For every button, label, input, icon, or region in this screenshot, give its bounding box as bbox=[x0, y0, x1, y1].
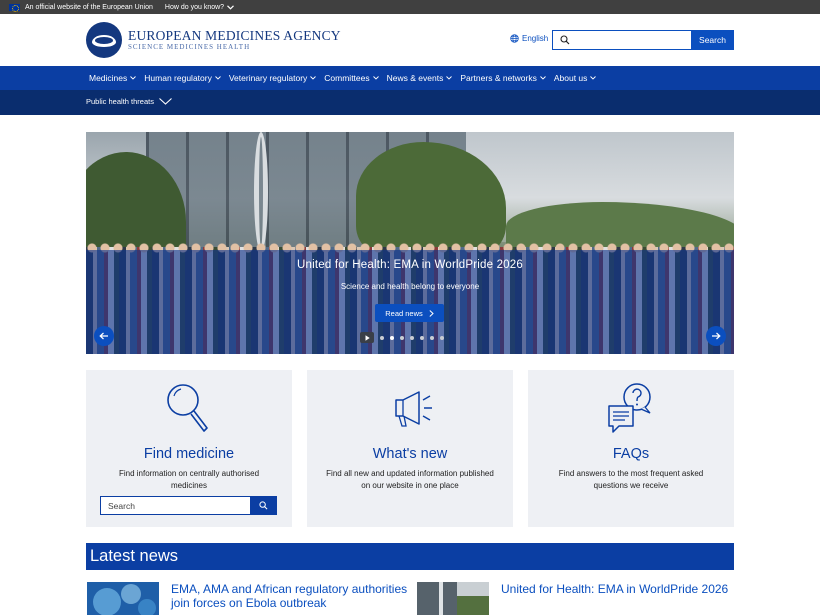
news-thumbnail-image bbox=[87, 582, 159, 615]
search-icon bbox=[560, 35, 570, 45]
chevron-down-icon bbox=[540, 76, 546, 80]
news-title-link[interactable]: United for Health: EMA in WorldPride 202… bbox=[501, 582, 741, 615]
nav-item-news-events[interactable]: News & events bbox=[387, 73, 453, 83]
news-item[interactable]: EMA, AMA and African regulatory authorit… bbox=[87, 582, 411, 615]
nav-item-about-us[interactable]: About us bbox=[554, 73, 597, 83]
nav-item-label: Medicines bbox=[89, 73, 128, 83]
carousel-dot[interactable] bbox=[440, 335, 444, 340]
magnifier-icon bbox=[167, 384, 208, 432]
nav-item-label: Partners & networks bbox=[460, 73, 537, 83]
eu-official-banner: An official website of the European Unio… bbox=[0, 0, 820, 14]
nav-item-label: News & events bbox=[386, 73, 444, 83]
how-do-you-know-toggle[interactable]: How do you know? bbox=[165, 4, 234, 11]
faqs-card[interactable]: FAQs Find answers to the most frequent a… bbox=[528, 370, 734, 527]
nav-item-committees[interactable]: Committees bbox=[324, 73, 379, 83]
nav-item-medicines[interactable]: Medicines bbox=[89, 73, 137, 83]
eu-official-text: An official website of the European Unio… bbox=[25, 3, 153, 11]
news-thumbnail-image bbox=[417, 582, 489, 615]
search-icon bbox=[259, 501, 268, 510]
carousel-play-button[interactable] bbox=[360, 332, 374, 343]
hero-carousel: United for Health: EMA in WorldPride 202… bbox=[86, 132, 734, 354]
whats-new-card[interactable]: What's new Find all new and updated info… bbox=[307, 370, 513, 527]
news-title-link[interactable]: EMA, AMA and African regulatory authorit… bbox=[171, 582, 411, 615]
hero-image-sculpture bbox=[254, 132, 268, 252]
find-medicine-search-button[interactable] bbox=[250, 496, 277, 515]
nav-item-label: Committees bbox=[324, 73, 370, 83]
nav-item-label: Human regulatory bbox=[144, 73, 212, 83]
how-do-you-know-label: How do you know? bbox=[164, 3, 225, 11]
speech-bubbles-question-icon bbox=[608, 383, 651, 433]
hero-title: United for Health: EMA in WorldPride 202… bbox=[297, 259, 523, 271]
carousel-dot[interactable] bbox=[420, 335, 424, 340]
latest-news-heading: Latest news bbox=[86, 543, 734, 570]
globe-icon bbox=[510, 34, 519, 43]
nav-item-partners-networks[interactable]: Partners & networks bbox=[460, 73, 546, 83]
chevron-down-icon bbox=[372, 76, 379, 80]
chevron-down-icon bbox=[310, 76, 317, 80]
card-title: What's new bbox=[372, 446, 448, 462]
site-search-input[interactable] bbox=[552, 30, 692, 50]
search-button[interactable]: Search bbox=[691, 30, 734, 50]
carousel-previous-button[interactable] bbox=[94, 326, 114, 346]
chevron-down-icon bbox=[590, 76, 597, 80]
news-thumbnail[interactable] bbox=[87, 582, 159, 615]
find-medicine-search-input[interactable]: Search bbox=[100, 496, 252, 515]
nav-item-label: Public health threats bbox=[86, 97, 154, 106]
card-description: Find information on centrally authorised… bbox=[118, 469, 260, 490]
agency-tagline: SCIENCE MEDICINES HEALTH bbox=[128, 42, 251, 51]
chevron-down-icon bbox=[159, 98, 172, 105]
chevron-down-icon bbox=[446, 76, 453, 80]
read-news-label: Read news bbox=[385, 308, 423, 318]
agency-name: EUROPEAN MEDICINES AGENCY bbox=[128, 27, 341, 43]
arrow-right-icon bbox=[712, 332, 721, 340]
carousel-dot[interactable] bbox=[400, 335, 404, 340]
news-item[interactable]: United for Health: EMA in WorldPride 202… bbox=[417, 582, 741, 615]
play-icon bbox=[365, 334, 370, 341]
nav-item-veterinary-regulatory[interactable]: Veterinary regulatory bbox=[228, 73, 317, 83]
read-news-button[interactable]: Read news bbox=[375, 304, 444, 322]
main-navigation: Medicines Human regulatory Veterinary re… bbox=[0, 66, 820, 90]
language-selector[interactable]: English bbox=[510, 34, 548, 43]
carousel-next-button[interactable] bbox=[706, 326, 726, 346]
chevron-down-icon bbox=[227, 4, 234, 10]
nav-item-label: About us bbox=[553, 73, 588, 83]
card-description: Find all new and updated information pub… bbox=[326, 469, 494, 490]
ema-logo[interactable]: EUROPEAN MEDICINES AGENCY SCIENCE MEDICI… bbox=[86, 22, 341, 58]
arrow-left-icon bbox=[99, 332, 108, 340]
secondary-navigation: Public health threats bbox=[0, 90, 820, 115]
site-header: EUROPEAN MEDICINES AGENCY SCIENCE MEDICI… bbox=[0, 14, 820, 66]
eu-flag-icon bbox=[9, 3, 20, 12]
find-medicine-card[interactable]: Find medicine Find information on centra… bbox=[86, 370, 292, 527]
ema-logo-emblem-icon bbox=[86, 22, 122, 58]
nav-item-public-health-threats[interactable]: Public health threats bbox=[86, 97, 172, 106]
nav-item-human-regulatory[interactable]: Human regulatory bbox=[144, 73, 221, 83]
carousel-dot[interactable] bbox=[380, 335, 384, 340]
hero-subtitle: Science and health belong to everyone bbox=[340, 282, 480, 291]
carousel-dot-active[interactable] bbox=[390, 335, 394, 340]
nav-item-label: Veterinary regulatory bbox=[228, 73, 308, 83]
carousel-dot[interactable] bbox=[410, 335, 414, 340]
carousel-dot[interactable] bbox=[430, 335, 434, 340]
news-thumbnail[interactable] bbox=[417, 582, 489, 615]
chevron-right-icon bbox=[429, 309, 434, 317]
megaphone-icon bbox=[395, 391, 432, 427]
card-title: Find medicine bbox=[143, 446, 235, 462]
carousel-indicators bbox=[360, 332, 444, 343]
chevron-down-icon bbox=[130, 76, 137, 80]
card-description: Find answers to the most frequent asked … bbox=[558, 469, 704, 490]
card-title: FAQs bbox=[612, 446, 650, 462]
chevron-down-icon bbox=[215, 76, 221, 80]
language-label: English bbox=[522, 34, 549, 43]
